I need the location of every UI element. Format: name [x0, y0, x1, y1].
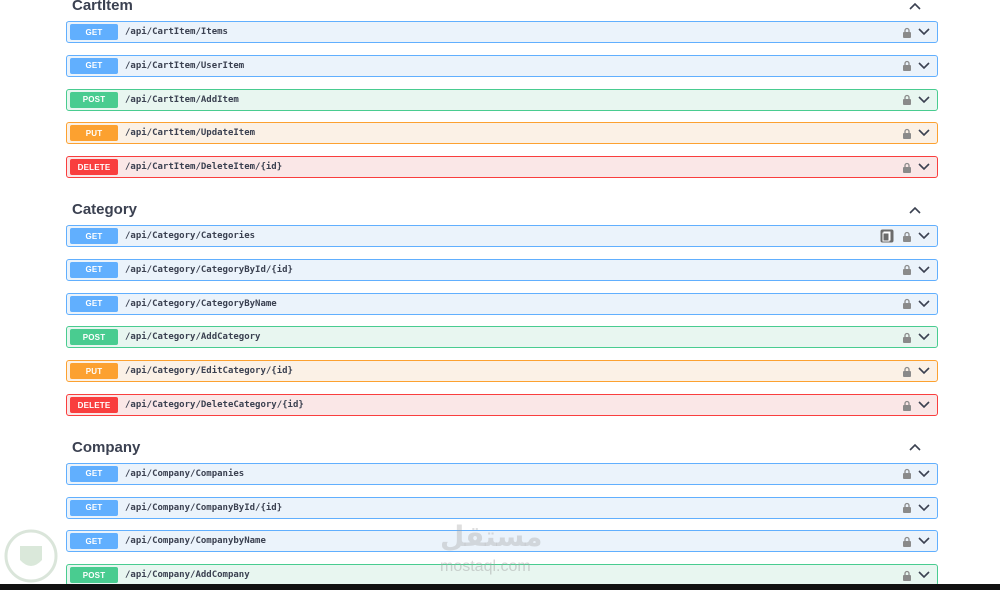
lock-icon[interactable]: [902, 366, 912, 377]
lock-icon[interactable]: [902, 570, 912, 581]
operation-path: /api/CartItem/DeleteItem/{id}: [125, 162, 283, 173]
watermark-arabic: مستقل: [440, 521, 543, 552]
tag-name: Company: [72, 438, 141, 456]
method-badge: GET: [70, 295, 118, 312]
method-badge: PUT: [70, 363, 118, 380]
method-badge: GET: [70, 261, 118, 278]
chevron-down-icon[interactable]: [918, 504, 930, 512]
method-badge: GET: [70, 499, 118, 516]
chevron-down-icon[interactable]: [918, 96, 930, 104]
operation-path: /api/CartItem/AddItem: [125, 94, 239, 105]
operation-get[interactable]: GET/api/Category/CategoryById/{id}: [66, 258, 938, 281]
chevron-down-icon[interactable]: [918, 266, 930, 274]
operation-get[interactable]: GET/api/CartItem/Items: [66, 21, 938, 43]
method-badge: POST: [70, 91, 118, 108]
operation-post[interactable]: POST/api/Category/AddCategory: [66, 326, 938, 349]
chevron-up-icon[interactable]: [908, 0, 922, 13]
tag-header-cartitem[interactable]: CartItem: [66, 0, 938, 23]
lock-icon[interactable]: [902, 94, 912, 106]
operation-get[interactable]: GET/api/Category/CategoryByName: [66, 292, 938, 315]
operation-path: /api/Category/DeleteCategory/{id}: [125, 400, 304, 410]
watermark-latin: mostaql.com: [440, 558, 531, 575]
lock-icon[interactable]: [902, 162, 912, 173]
chevron-up-icon[interactable]: [908, 440, 922, 454]
lock-icon[interactable]: [902, 536, 912, 547]
tag-header-category[interactable]: Category: [66, 193, 938, 227]
operation-get[interactable]: GET/api/Company/CompanyById/{id}: [66, 496, 938, 519]
lock-icon[interactable]: [902, 400, 912, 411]
operation-post[interactable]: POST/api/CartItem/AddItem: [66, 88, 938, 111]
chevron-down-icon[interactable]: [918, 367, 930, 375]
chevron-down-icon[interactable]: [918, 333, 930, 341]
chevron-down-icon[interactable]: [918, 163, 930, 171]
operation-path: /api/CartItem/UpdateItem: [125, 128, 256, 139]
operation-delete[interactable]: DELETE/api/CartItem/DeleteItem/{id}: [66, 156, 938, 179]
chevron-down-icon[interactable]: [918, 571, 930, 579]
bottom-bar: [0, 584, 1000, 590]
lock-icon[interactable]: [902, 60, 912, 72]
operation-path: /api/Category/AddCategory: [125, 332, 261, 343]
operation-path: /api/Category/CategoryByName: [125, 298, 277, 309]
operation-path: /api/CartItem/Items: [125, 27, 228, 37]
method-badge: GET: [70, 533, 118, 550]
chevron-down-icon[interactable]: [918, 62, 930, 70]
tag-header-company[interactable]: Company: [66, 431, 938, 465]
chevron-down-icon[interactable]: [918, 232, 930, 240]
operation-get[interactable]: GET/api/Category/Categories: [66, 225, 938, 247]
lock-icon[interactable]: [902, 231, 912, 242]
chevron-down-icon[interactable]: [918, 28, 930, 36]
operation-get[interactable]: GET/api/CartItem/UserItem: [66, 54, 938, 77]
chevron-down-icon[interactable]: [918, 129, 930, 137]
method-badge: GET: [70, 228, 118, 244]
lock-icon[interactable]: [902, 468, 912, 480]
operation-path: /api/Category/CategoryById/{id}: [125, 264, 293, 275]
method-badge: GET: [70, 57, 118, 74]
tag-name: Category: [72, 201, 138, 218]
chevron-down-icon[interactable]: [918, 537, 930, 545]
method-badge: GET: [70, 24, 118, 40]
lock-icon[interactable]: [902, 298, 912, 310]
operation-delete[interactable]: DELETE/api/Category/DeleteCategory/{id}: [66, 394, 938, 416]
method-badge: POST: [70, 567, 118, 584]
method-badge: DELETE: [70, 159, 118, 176]
lock-icon[interactable]: [902, 264, 912, 276]
watermark-logo: [0, 528, 62, 584]
operation-path: /api/Category/EditCategory/{id}: [125, 366, 293, 377]
chevron-down-icon[interactable]: [918, 300, 930, 308]
chevron-down-icon[interactable]: [918, 470, 930, 478]
operation-get[interactable]: GET/api/Company/Companies: [66, 462, 938, 485]
operation-path: /api/Company/Companies: [125, 468, 245, 479]
lock-icon[interactable]: [902, 27, 912, 38]
lock-icon[interactable]: [902, 502, 912, 514]
tag-name: CartItem: [72, 0, 133, 14]
method-badge: PUT: [70, 125, 118, 142]
operation-path: /api/CartItem/UserItem: [125, 60, 245, 71]
operation-put[interactable]: PUT/api/Category/EditCategory/{id}: [66, 360, 938, 383]
chevron-up-icon[interactable]: [908, 203, 922, 217]
copy-icon[interactable]: [880, 229, 894, 243]
operation-put[interactable]: PUT/api/CartItem/UpdateItem: [66, 122, 938, 145]
operation-path: /api/Category/Categories: [125, 231, 256, 241]
lock-icon[interactable]: [902, 332, 912, 343]
lock-icon[interactable]: [902, 128, 912, 139]
method-badge: GET: [70, 465, 118, 482]
chevron-down-icon[interactable]: [918, 401, 930, 409]
method-badge: DELETE: [70, 397, 118, 413]
method-badge: POST: [70, 329, 118, 346]
operation-path: /api/Company/CompanyById/{id}: [125, 502, 283, 513]
